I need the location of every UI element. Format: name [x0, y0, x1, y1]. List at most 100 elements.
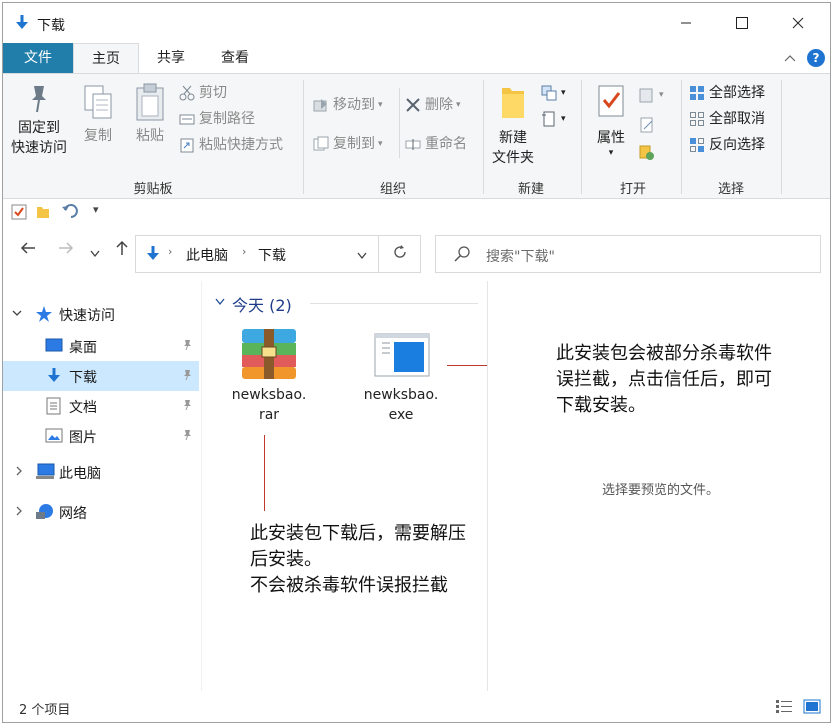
history-icon	[639, 145, 655, 161]
copy-button[interactable]: 复制	[75, 82, 121, 146]
paste-shortcut-button[interactable]: 粘贴快捷方式	[179, 134, 283, 156]
select-all-icon	[689, 85, 705, 101]
network-icon	[35, 503, 55, 525]
breadcrumb-separator-icon: ›	[168, 245, 173, 258]
download-arrow-icon	[45, 367, 63, 389]
open-button[interactable]: ▾	[639, 84, 664, 106]
copy-label: 复制	[84, 128, 112, 144]
file-item-exe[interactable]: newksbao. exe	[356, 325, 446, 433]
download-arrow-icon	[13, 14, 31, 36]
easy-access-button[interactable]: ▾	[541, 108, 566, 130]
nav-item-label: 下载	[69, 370, 97, 386]
history-button[interactable]	[639, 142, 659, 164]
details-view-icon[interactable]	[775, 699, 793, 719]
search-box[interactable]: 搜索"下载"	[435, 235, 821, 273]
edit-button[interactable]	[639, 114, 659, 136]
select-all-button[interactable]: 全部选择	[689, 82, 765, 104]
back-arrow-icon[interactable]	[19, 239, 37, 262]
new-item-button[interactable]: ▾	[541, 82, 566, 104]
nav-quick-access-label: 快速访问	[59, 308, 115, 324]
file-item-rar[interactable]: newksbao. rar	[224, 325, 314, 433]
large-icons-view-icon[interactable]	[803, 699, 821, 719]
nav-this-pc-label: 此电脑	[59, 466, 101, 482]
refresh-button[interactable]	[379, 235, 421, 273]
nav-item-pictures[interactable]: 图片	[3, 421, 199, 451]
nav-item-label: 桌面	[69, 340, 97, 356]
pin-quick-access-button[interactable]: 固定到 快速访问	[7, 82, 71, 158]
refresh-icon	[392, 244, 408, 265]
pictures-icon	[45, 428, 63, 448]
paste-button[interactable]: 粘贴	[127, 82, 173, 146]
cut-label: 剪切	[199, 85, 227, 101]
move-to-button[interactable]: 移动到 ▾	[313, 94, 383, 116]
select-none-button[interactable]: 全部取消	[689, 108, 765, 130]
close-button[interactable]	[775, 3, 821, 43]
tab-share[interactable]: 共享	[143, 43, 199, 73]
pin-icon[interactable]	[181, 429, 193, 444]
pin-label: 固定到 快速访问	[11, 120, 67, 156]
nav-network[interactable]: 网络	[3, 497, 199, 527]
new-item-icon	[541, 85, 557, 101]
dropdown-arrow-icon: ▾	[561, 114, 566, 124]
group-divider	[310, 303, 478, 304]
minimize-button[interactable]	[663, 3, 709, 43]
pin-icon[interactable]	[181, 369, 193, 384]
copy-path-button[interactable]: 复制路径	[179, 108, 255, 130]
annotation-exe: 此安装包会被部分杀毒软件 误拦截，点击信任后，即可 下载安装。	[556, 343, 772, 416]
organize-group-label: 组织	[379, 182, 406, 197]
address-bar[interactable]: › 此电脑 › 下载	[135, 235, 379, 273]
nav-this-pc[interactable]: 此电脑	[3, 457, 199, 487]
open-icon	[639, 87, 655, 103]
help-icon[interactable]: ?	[807, 49, 825, 67]
navigation-pane: 快速访问 桌面 下载 文档 图片 此电脑 网络	[3, 281, 201, 689]
cut-button[interactable]: 剪切	[179, 82, 227, 104]
properties-check-icon[interactable]	[11, 204, 27, 224]
nav-item-desktop[interactable]: 桌面	[3, 331, 199, 361]
address-dropdown-icon[interactable]	[356, 250, 368, 265]
maximize-button[interactable]	[719, 3, 765, 43]
chevron-up-icon[interactable]	[783, 51, 797, 69]
forward-arrow-icon[interactable]	[57, 239, 75, 262]
group-header: 今天 (2)	[232, 296, 292, 315]
dropdown-arrow-icon: ▾	[608, 148, 614, 158]
breadcrumb-downloads[interactable]: 下载	[258, 245, 286, 265]
chevron-right-icon[interactable]	[13, 465, 25, 481]
chevron-down-icon[interactable]	[214, 296, 226, 311]
folder-icon[interactable]	[35, 204, 51, 224]
copy-to-button[interactable]: 复制到 ▾	[313, 133, 383, 155]
new-folder-icon	[487, 82, 539, 128]
invert-selection-button[interactable]: 反向选择	[689, 134, 765, 156]
file-list: 今天 (2) newksbao. rar newksbao. exe 此安装包下…	[201, 281, 487, 691]
undo-icon[interactable]	[61, 202, 81, 224]
delete-button[interactable]: 删除 ▾	[405, 94, 461, 116]
recent-locations-chevron-icon[interactable]	[89, 243, 101, 264]
chevron-down-icon[interactable]	[11, 307, 23, 323]
nav-item-label: 图片	[69, 430, 97, 446]
nav-item-documents[interactable]: 文档	[3, 391, 199, 421]
quick-access-toolbar: ▾	[3, 199, 830, 225]
exe-application-icon	[374, 333, 430, 381]
separator	[303, 80, 304, 194]
breadcrumb-this-pc[interactable]: 此电脑	[186, 245, 228, 265]
tab-home[interactable]: 主页	[73, 43, 139, 74]
easy-access-icon	[541, 111, 557, 127]
star-icon	[35, 305, 53, 327]
separator	[399, 88, 400, 158]
select-all-label: 全部选择	[709, 85, 765, 101]
nav-quick-access[interactable]: 快速访问	[3, 299, 199, 329]
pin-icon[interactable]	[181, 399, 193, 414]
ribbon: 固定到 快速访问 复制 粘贴 剪切 复制路径 粘贴快捷方式 剪贴板 移动到 ▾ …	[3, 73, 830, 199]
rename-button[interactable]: 重命名	[405, 133, 467, 155]
paste-shortcut-icon	[179, 137, 195, 153]
pin-icon[interactable]	[181, 339, 193, 354]
tab-view[interactable]: 查看	[207, 43, 263, 73]
new-folder-button[interactable]: 新建 文件夹	[487, 82, 539, 168]
nav-item-downloads[interactable]: 下载	[3, 361, 199, 391]
chevron-right-icon[interactable]	[13, 505, 25, 521]
download-arrow-icon	[144, 245, 162, 267]
up-arrow-icon[interactable]	[113, 239, 131, 262]
customize-dropdown-icon[interactable]: ▾	[93, 203, 99, 216]
paste-label: 粘贴	[136, 128, 164, 144]
properties-button[interactable]: 属性 ▾	[589, 82, 633, 158]
tab-file[interactable]: 文件	[3, 43, 73, 73]
